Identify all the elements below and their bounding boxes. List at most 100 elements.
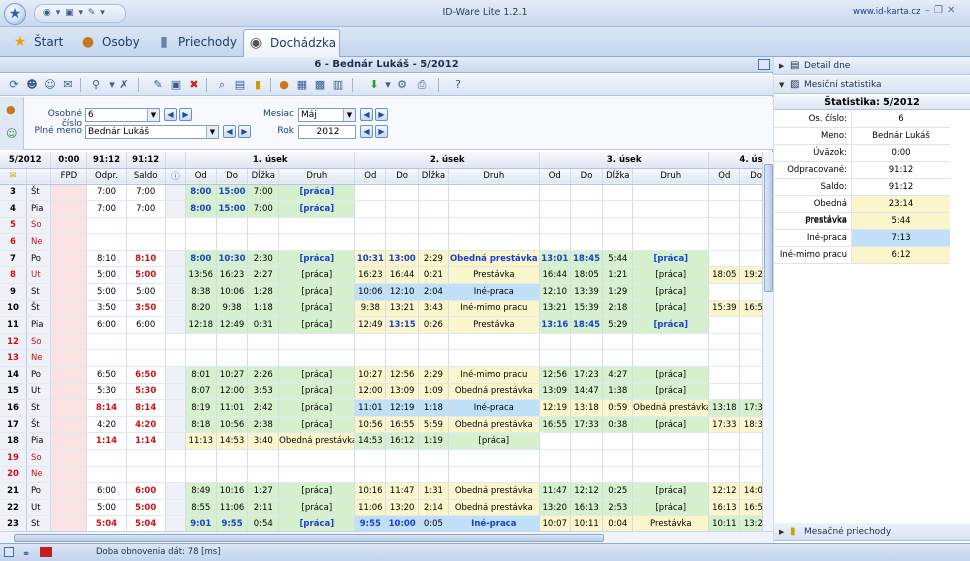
od-cell[interactable] — [539, 449, 571, 467]
dlzka-cell[interactable]: 2:11 — [247, 499, 280, 517]
od-cell[interactable]: 9:55 — [354, 515, 387, 531]
od-cell[interactable]: 16:23 — [354, 266, 387, 285]
dlzka-cell[interactable] — [418, 217, 449, 235]
gap-cell[interactable] — [165, 283, 186, 301]
druh-cell[interactable]: [práca] — [632, 316, 710, 334]
do-cell[interactable]: 12:12 — [570, 482, 604, 500]
druh-cell[interactable] — [448, 217, 540, 235]
od-cell[interactable] — [354, 349, 387, 368]
do-cell[interactable]: 17:37 — [739, 399, 762, 417]
saldo-cell[interactable]: 5:04 — [126, 515, 166, 531]
od-cell[interactable]: 8:19 — [185, 399, 217, 417]
dlzka-cell[interactable] — [602, 349, 634, 368]
od-cell[interactable] — [185, 466, 217, 484]
dlzka-cell[interactable]: 0:54 — [247, 515, 280, 531]
od-cell[interactable]: 16:13 — [708, 499, 741, 517]
gap-cell[interactable] — [165, 349, 186, 368]
do-cell[interactable] — [570, 233, 604, 251]
dlzka-cell[interactable]: 0:26 — [418, 316, 449, 334]
od-cell[interactable]: 8:07 — [185, 383, 217, 401]
osobne-cislo-select[interactable]: 6 ▼ — [85, 108, 160, 122]
od-cell[interactable]: 12:12 — [708, 482, 741, 500]
do-cell[interactable] — [216, 449, 249, 467]
column-header-od[interactable]: Od — [539, 168, 571, 185]
saldo-cell[interactable]: 7:00 — [126, 184, 166, 202]
od-cell[interactable]: 8:38 — [185, 283, 217, 301]
druh-cell[interactable]: [práca] — [278, 416, 356, 434]
do-cell[interactable] — [570, 184, 604, 202]
dlzka-cell[interactable] — [418, 449, 449, 467]
druh-cell[interactable]: Obedná prestávka — [448, 416, 540, 434]
fpd-cell[interactable] — [50, 250, 88, 268]
do-cell[interactable]: 15:00 — [216, 200, 249, 218]
user-icon[interactable]: ● — [276, 77, 292, 93]
saldo-cell[interactable] — [126, 466, 166, 484]
od-cell[interactable]: 15:39 — [708, 300, 741, 318]
monthly-stats-header[interactable]: ▼ ▨ Mesiční statistika — [774, 76, 970, 94]
column-header-od[interactable]: Od — [354, 168, 387, 185]
do-cell[interactable] — [739, 200, 762, 218]
gap-cell[interactable] — [165, 250, 186, 268]
plne-meno-select[interactable]: Bednár Lukáš ▼ — [85, 125, 219, 139]
fpd-cell[interactable] — [50, 383, 88, 401]
od-cell[interactable]: 12:56 — [539, 366, 571, 384]
do-cell[interactable]: 13:09 — [385, 383, 420, 401]
od-cell[interactable]: 13:18 — [708, 399, 741, 417]
druh-cell[interactable] — [278, 466, 356, 484]
druh-cell[interactable]: [práca] — [632, 283, 710, 301]
person-refresh-icon[interactable]: ☻ — [24, 77, 40, 93]
monthly-passes-header[interactable]: ▶ ▮ Mesačné priechody — [774, 523, 970, 541]
weekday-cell[interactable]: Po — [26, 482, 52, 500]
do-cell[interactable] — [570, 349, 604, 368]
od-cell[interactable]: 11:13 — [185, 432, 217, 450]
tab-start[interactable]: ★ Štart — [8, 29, 68, 57]
druh-cell[interactable] — [632, 466, 710, 484]
gap-cell[interactable] — [165, 432, 186, 450]
dlzka-cell[interactable] — [418, 349, 449, 368]
od-cell[interactable]: 10:07 — [539, 515, 571, 531]
druh-cell[interactable]: Obedná prestávka — [448, 383, 540, 401]
prev-person-button[interactable]: ◀ — [164, 108, 177, 121]
do-cell[interactable]: 10:11 — [570, 515, 604, 531]
table-row[interactable]: 15 Ut 5:30 5:30 8:07 12:00 3:53 [práca] 12:00 13:… — [0, 383, 762, 401]
day-cell[interactable]: 7 — [0, 250, 27, 268]
od-cell[interactable] — [708, 449, 741, 467]
druh-cell[interactable]: [práca] — [632, 416, 710, 434]
od-cell[interactable] — [708, 217, 741, 235]
druh-cell[interactable]: [práca] — [632, 383, 710, 401]
od-cell[interactable] — [708, 200, 741, 218]
do-cell[interactable]: 13:39 — [570, 283, 604, 301]
tab-osoby[interactable]: ● Osoby — [76, 29, 140, 57]
dlzka-cell[interactable]: 0:25 — [602, 482, 634, 500]
gap-cell[interactable] — [165, 300, 186, 318]
saldo-cell[interactable]: 5:00 — [126, 283, 166, 301]
fpd-cell[interactable] — [50, 333, 88, 351]
column-header-do[interactable]: Do — [570, 168, 604, 185]
druh-cell[interactable] — [278, 333, 356, 351]
druh-cell[interactable] — [278, 233, 356, 251]
odpr-cell[interactable]: 1:14 — [86, 432, 127, 450]
do-cell[interactable]: 13:18 — [570, 399, 604, 417]
druh-cell[interactable] — [632, 184, 710, 202]
do-cell[interactable] — [570, 333, 604, 351]
od-cell[interactable]: 11:01 — [354, 399, 387, 417]
od-cell[interactable]: 13:01 — [539, 250, 571, 268]
weekday-cell[interactable]: Pia — [26, 316, 52, 334]
druh-cell[interactable]: [práca] — [632, 250, 710, 268]
od-cell[interactable]: 16:55 — [539, 416, 571, 434]
od-cell[interactable]: 8:55 — [185, 499, 217, 517]
odpr-cell[interactable] — [86, 233, 127, 251]
od-cell[interactable] — [708, 466, 741, 484]
druh-cell[interactable]: [práca] — [278, 200, 356, 218]
dlzka-cell[interactable] — [247, 349, 280, 368]
druh-cell[interactable] — [632, 349, 710, 368]
do-cell[interactable] — [216, 333, 249, 351]
window-controls[interactable]: –❐✕ — [925, 5, 959, 16]
dlzka-cell[interactable] — [247, 217, 280, 235]
gap-cell[interactable] — [165, 515, 186, 531]
saldo-cell[interactable]: 5:00 — [126, 499, 166, 517]
dlzka-cell[interactable]: 3:53 — [247, 383, 280, 401]
od-cell[interactable] — [708, 432, 741, 450]
od-cell[interactable] — [354, 449, 387, 467]
weekday-cell[interactable]: Po — [26, 366, 52, 384]
